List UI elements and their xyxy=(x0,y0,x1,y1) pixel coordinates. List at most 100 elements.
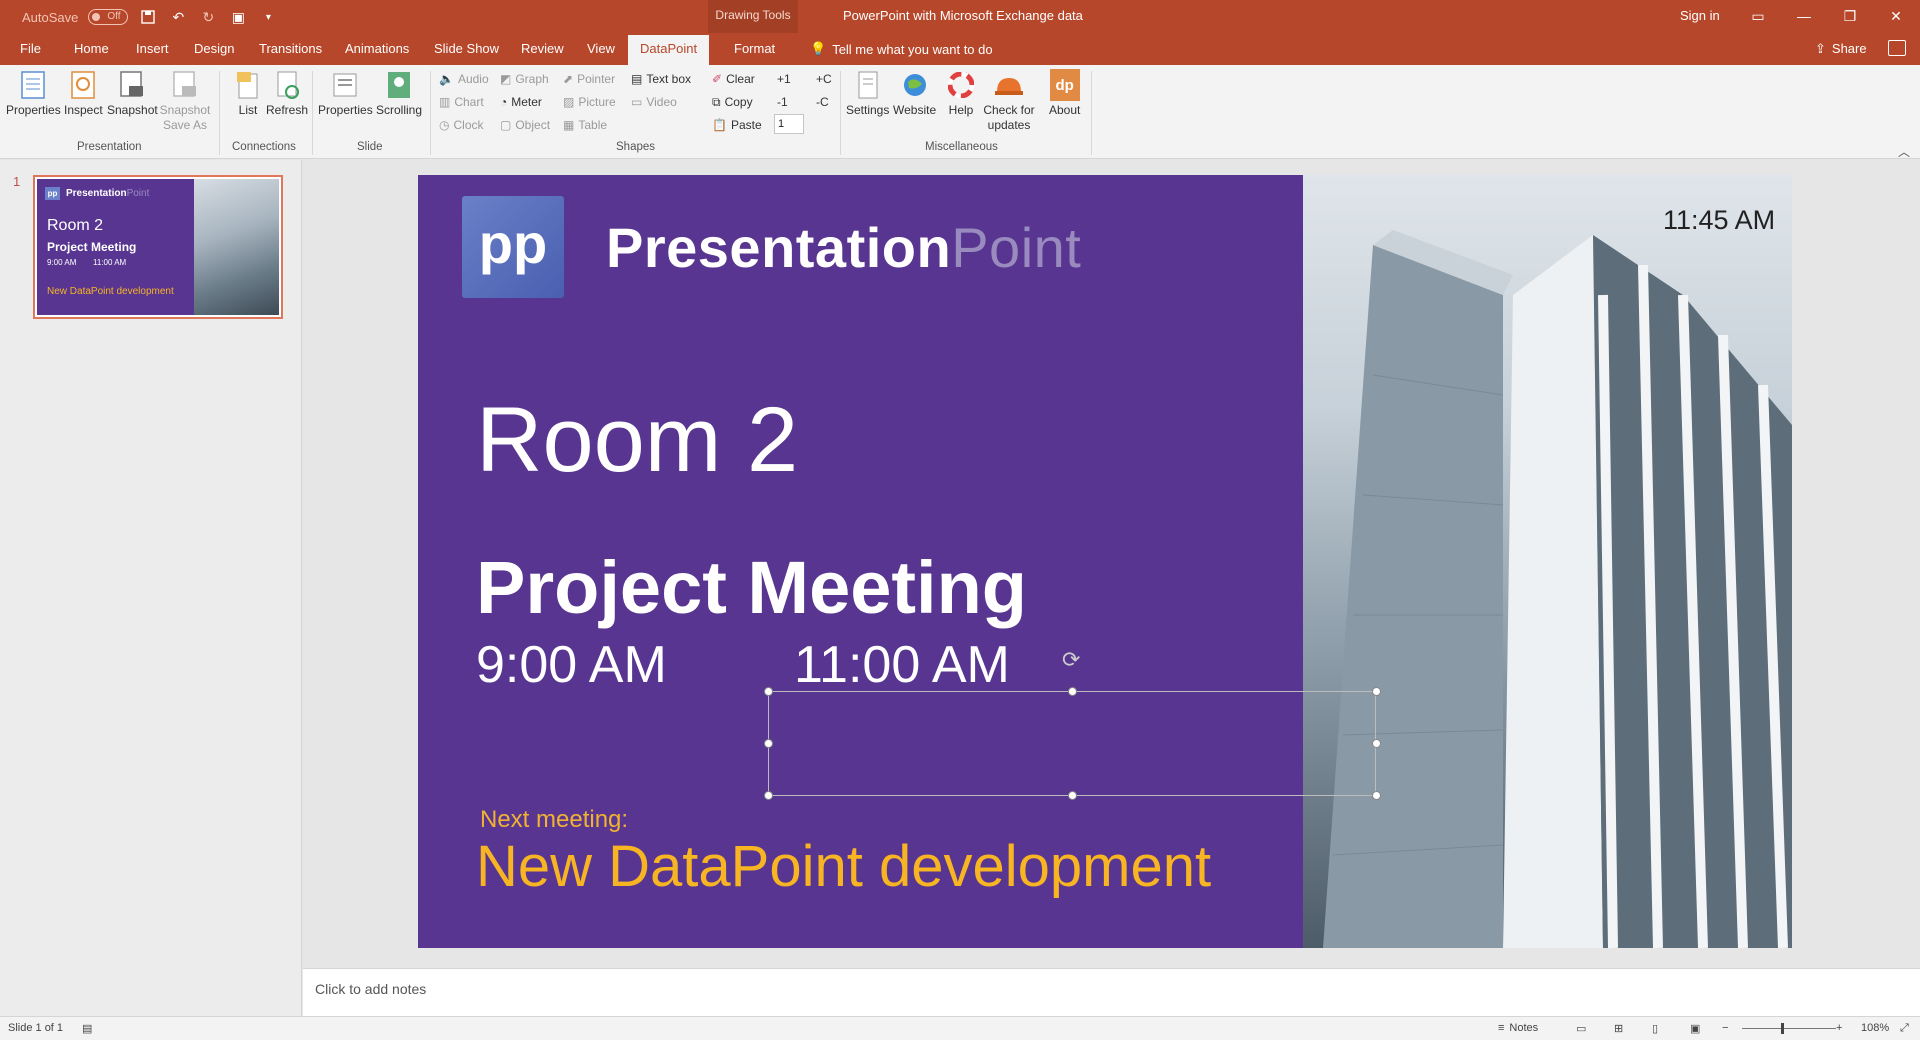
resize-handle[interactable] xyxy=(764,791,773,800)
object-button[interactable]: ▢ Object xyxy=(500,115,550,135)
next-meeting-title[interactable]: New DataPoint development xyxy=(476,833,1211,900)
tab-datapoint[interactable]: DataPoint xyxy=(628,35,710,65)
paste-button[interactable]: 📋 Paste xyxy=(712,115,762,135)
increment-c-button[interactable]: +C xyxy=(816,69,832,89)
slide-thumbnail[interactable]: pp PresentationPoint Room 2 Project Meet… xyxy=(33,175,283,319)
ribbon-tabs: File Home Insert Design Transitions Anim… xyxy=(0,33,1920,65)
title-bar: AutoSave Off ↶ ↻ ▣ ▾ Drawing Tools Power… xyxy=(0,0,1920,33)
counter-input[interactable]: 1 xyxy=(774,114,804,134)
fit-to-window-icon[interactable]: ⤢ xyxy=(1900,1022,1909,1035)
thumbnail-room: Room 2 xyxy=(47,217,104,234)
notes-pane[interactable]: Click to add notes xyxy=(303,968,1920,1016)
snapshot-button[interactable]: Snapshot xyxy=(107,69,158,118)
tab-format[interactable]: Format xyxy=(734,41,775,56)
autosave-toggle[interactable]: Off xyxy=(88,9,129,25)
lifebuoy-icon xyxy=(946,69,976,101)
tab-slide-show[interactable]: Slide Show xyxy=(434,41,499,56)
chart-button[interactable]: ▥ Chart xyxy=(439,92,484,112)
end-time[interactable]: 11:00 AM xyxy=(794,635,1010,695)
tab-view[interactable]: View xyxy=(587,41,615,56)
tab-design[interactable]: Design xyxy=(194,41,234,56)
meeting-title[interactable]: Project Meeting xyxy=(476,545,1027,630)
scrolling-button[interactable]: Scrolling xyxy=(376,69,422,118)
slideshow-view-icon[interactable]: ▣ xyxy=(1690,1022,1700,1035)
tab-animations[interactable]: Animations xyxy=(345,41,409,56)
tab-file[interactable]: File xyxy=(20,41,41,56)
settings-icon xyxy=(853,69,883,101)
zoom-slider-thumb[interactable] xyxy=(1781,1023,1784,1034)
video-button[interactable]: ▭ Video xyxy=(631,92,677,112)
redo-icon[interactable]: ↻ xyxy=(198,7,218,27)
zoom-out-icon[interactable]: − xyxy=(1722,1022,1728,1034)
slide-sorter-icon[interactable]: ⊞ xyxy=(1614,1022,1623,1035)
brand-title[interactable]: PresentationPoint xyxy=(606,215,1081,280)
resize-handle[interactable] xyxy=(1068,687,1077,696)
resize-handle[interactable] xyxy=(1372,791,1381,800)
collapse-ribbon-icon[interactable]: ︿ xyxy=(1898,143,1910,160)
zoom-level[interactable]: 108% xyxy=(1861,1022,1889,1034)
pointer-button[interactable]: ⬈ Pointer xyxy=(563,69,615,89)
tab-home[interactable]: Home xyxy=(74,41,109,56)
close-icon[interactable]: ✕ xyxy=(1873,4,1919,28)
website-button[interactable]: Website xyxy=(893,69,936,118)
sign-in-link[interactable]: Sign in xyxy=(1680,8,1720,23)
clear-button[interactable]: ✐ Clear xyxy=(712,69,755,89)
tab-review[interactable]: Review xyxy=(521,41,564,56)
tell-me-text: Tell me what you want to do xyxy=(832,41,993,57)
save-icon[interactable] xyxy=(138,7,158,27)
rotate-handle-icon[interactable]: ⟳ xyxy=(1062,647,1080,673)
clock-button[interactable]: ◷ Clock xyxy=(439,115,484,135)
decrement-c-button[interactable]: -C xyxy=(816,92,829,112)
resize-handle[interactable] xyxy=(1068,791,1077,800)
graph-button[interactable]: ◩ Graph xyxy=(500,69,549,89)
slide-properties-button[interactable]: Properties xyxy=(318,69,373,118)
tab-insert[interactable]: Insert xyxy=(136,41,169,56)
customize-qat-icon[interactable]: ▾ xyxy=(258,7,278,27)
group-separator xyxy=(219,71,220,155)
ribbon-display-options-icon[interactable]: ▭ xyxy=(1735,4,1781,28)
next-meeting-label[interactable]: Next meeting: xyxy=(480,806,628,834)
share-button[interactable]: ⇪ Share xyxy=(1815,41,1867,57)
notes-toggle-button[interactable]: ≡ Notes xyxy=(1498,1022,1538,1034)
reading-view-icon[interactable]: ▯ xyxy=(1652,1022,1658,1035)
normal-view-icon[interactable]: ▭ xyxy=(1576,1022,1586,1035)
inspect-button[interactable]: Inspect xyxy=(64,69,103,118)
slide-clock[interactable]: 11:45 AM xyxy=(1663,205,1775,236)
check-for-updates-button[interactable]: Check for updates xyxy=(980,69,1038,133)
comments-icon[interactable] xyxy=(1888,40,1906,56)
audio-button[interactable]: 🔈 Audio xyxy=(439,69,489,89)
building-image[interactable] xyxy=(1303,175,1792,948)
copy-button[interactable]: ⧉ Copy xyxy=(712,92,753,112)
tab-transitions[interactable]: Transitions xyxy=(259,41,322,56)
picture-button[interactable]: ▨ Picture xyxy=(563,92,616,112)
snapshot-save-as-button[interactable]: Snapshot Save As xyxy=(160,69,210,133)
resize-handle[interactable] xyxy=(1372,687,1381,696)
start-time[interactable]: 9:00 AM xyxy=(476,635,667,695)
increment-button[interactable]: +1 xyxy=(777,69,791,89)
resize-handle[interactable] xyxy=(764,687,773,696)
slide-canvas[interactable]: 11:45 AM pp PresentationPoint Room 2 Pro… xyxy=(418,175,1792,948)
about-button[interactable]: dp About xyxy=(1049,69,1080,118)
refresh-button[interactable]: Refresh xyxy=(266,69,308,118)
restore-icon[interactable]: ❐ xyxy=(1827,4,1873,28)
textbox-button[interactable]: ▤ Text box xyxy=(631,69,691,89)
zoom-in-icon[interactable]: + xyxy=(1836,1022,1842,1034)
list-button[interactable]: List xyxy=(233,69,263,118)
presentationpoint-logo[interactable]: pp xyxy=(462,196,564,298)
presentation-properties-button[interactable]: Properties xyxy=(6,69,61,118)
table-button[interactable]: ▦ Table xyxy=(563,115,607,135)
resize-handle[interactable] xyxy=(764,739,773,748)
settings-button[interactable]: Settings xyxy=(846,69,889,118)
selection-frame xyxy=(764,687,1381,800)
tell-me-search[interactable]: 💡 Tell me what you want to do xyxy=(810,41,993,57)
room-name[interactable]: Room 2 xyxy=(476,388,798,493)
decrement-button[interactable]: -1 xyxy=(777,92,788,112)
minimize-icon[interactable]: — xyxy=(1781,4,1827,28)
start-from-beginning-icon[interactable]: ▣ xyxy=(228,7,248,27)
zoom-slider-track[interactable] xyxy=(1742,1028,1836,1029)
help-button[interactable]: Help xyxy=(946,69,976,118)
undo-icon[interactable]: ↶ xyxy=(168,7,188,27)
spell-check-icon[interactable]: ▤ xyxy=(82,1022,92,1035)
meter-button[interactable]: ◔ Meter xyxy=(500,92,542,112)
resize-handle[interactable] xyxy=(1372,739,1381,748)
